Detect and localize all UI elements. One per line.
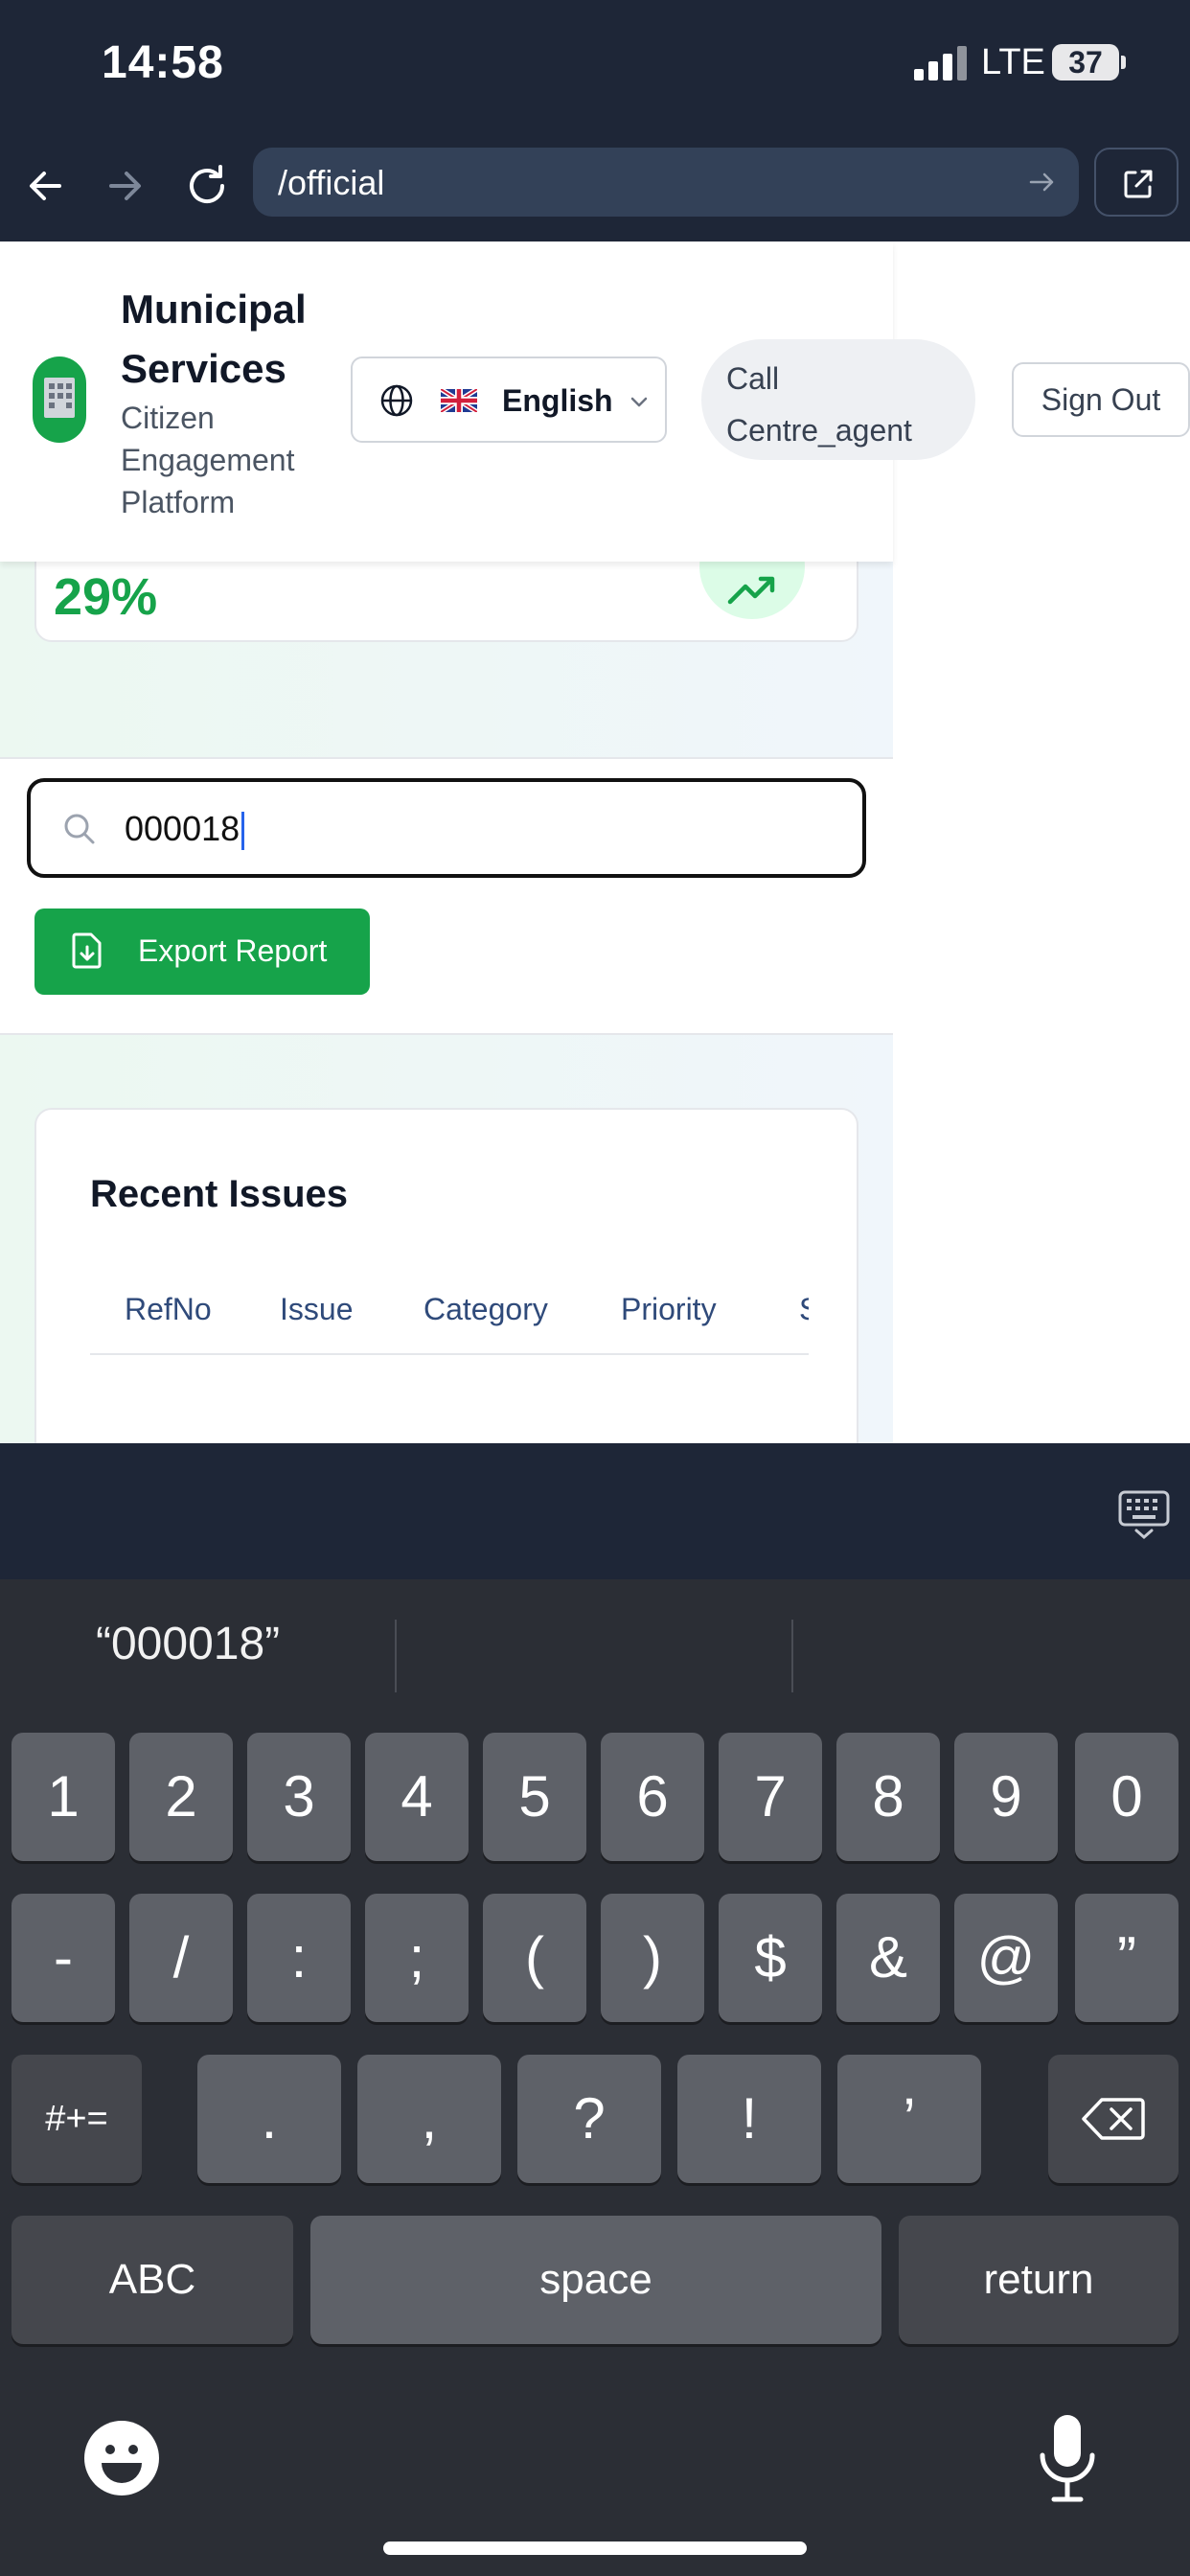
key-5[interactable]: 5 bbox=[483, 1733, 586, 1861]
key-2[interactable]: 2 bbox=[129, 1733, 233, 1861]
key-close-paren[interactable]: ) bbox=[601, 1894, 704, 2022]
key-return[interactable]: return bbox=[899, 2216, 1179, 2344]
go-arrow-icon[interactable] bbox=[1025, 165, 1060, 199]
search-toolbar: 000018 Export Report bbox=[0, 757, 893, 1035]
forward-icon[interactable] bbox=[96, 157, 153, 215]
key-quote[interactable]: ” bbox=[1075, 1894, 1179, 2022]
key-7[interactable]: 7 bbox=[719, 1733, 822, 1861]
search-input-value: 000018 bbox=[125, 809, 245, 851]
key-ampersand[interactable]: & bbox=[836, 1894, 940, 2022]
sign-out-button[interactable]: Sign Out bbox=[1012, 362, 1190, 437]
building-icon bbox=[44, 378, 75, 418]
key-comma[interactable]: , bbox=[357, 2055, 501, 2183]
key-hyphen[interactable]: - bbox=[11, 1894, 115, 2022]
signal-icon bbox=[914, 46, 968, 80]
stat-value: 29% bbox=[54, 568, 158, 626]
column-header-issue[interactable]: Issue bbox=[280, 1292, 353, 1327]
key-period[interactable]: . bbox=[197, 2055, 341, 2183]
prediction-suggestion[interactable]: “000018” bbox=[96, 1618, 280, 1670]
export-report-label: Export Report bbox=[138, 933, 328, 968]
language-selector[interactable]: English bbox=[351, 356, 667, 443]
brand-title: Municipal Services bbox=[121, 287, 307, 391]
network-type: LTE bbox=[981, 42, 1045, 82]
app-header: Municipal Services Citizen Engagement Pl… bbox=[0, 242, 975, 562]
web-viewport: 29% Municipal Services Citizen Engagemen… bbox=[0, 242, 1190, 1443]
external-link-icon bbox=[1124, 170, 1153, 198]
key-apostrophe[interactable]: ’ bbox=[837, 2055, 981, 2183]
key-abc[interactable]: ABC bbox=[11, 2216, 293, 2344]
home-indicator bbox=[383, 2542, 807, 2555]
key-semicolon[interactable]: ; bbox=[365, 1894, 469, 2022]
key-backspace[interactable] bbox=[1048, 2055, 1179, 2183]
globe-icon bbox=[380, 384, 413, 417]
key-space[interactable]: space bbox=[310, 2216, 881, 2344]
language-label: English bbox=[502, 383, 613, 418]
back-icon[interactable] bbox=[17, 157, 75, 215]
column-header-status[interactable]: S bbox=[799, 1292, 809, 1327]
key-1[interactable]: 1 bbox=[11, 1733, 115, 1861]
system-keyboard: “000018” 1 2 3 4 5 6 7 8 9 0 - / : ; ( )… bbox=[0, 1579, 1190, 2576]
key-symbols[interactable]: #+= bbox=[11, 2055, 142, 2183]
open-external-button[interactable] bbox=[1094, 148, 1179, 217]
battery-icon: 37 bbox=[1052, 44, 1119, 80]
key-4[interactable]: 4 bbox=[365, 1733, 469, 1861]
key-question[interactable]: ? bbox=[517, 2055, 661, 2183]
trending-up-icon bbox=[727, 576, 775, 605]
prediction-divider bbox=[395, 1620, 397, 1692]
key-6[interactable]: 6 bbox=[601, 1733, 704, 1861]
key-exclamation[interactable]: ! bbox=[677, 2055, 821, 2183]
hide-keyboard-icon[interactable] bbox=[1117, 1489, 1171, 1541]
user-role-badge: Call Centre_agent bbox=[701, 339, 975, 460]
text-caret bbox=[241, 812, 245, 851]
keyboard-accessory-bar bbox=[0, 1443, 1190, 1579]
recent-issues-card: Recent Issues RefNo Issue Category Prior… bbox=[34, 1108, 858, 1443]
battery-tip bbox=[1121, 56, 1126, 69]
url-bar[interactable]: /official bbox=[253, 148, 1079, 217]
column-header-refno[interactable]: RefNo bbox=[125, 1292, 212, 1327]
reload-icon[interactable] bbox=[178, 157, 236, 215]
key-dollar[interactable]: $ bbox=[719, 1894, 822, 2022]
chevron-down-icon bbox=[630, 397, 648, 407]
export-report-button[interactable]: Export Report bbox=[34, 908, 370, 995]
microphone-icon[interactable] bbox=[1037, 2413, 1098, 2503]
column-header-priority[interactable]: Priority bbox=[621, 1292, 717, 1327]
key-at[interactable]: @ bbox=[954, 1894, 1058, 2022]
issues-table-header: RefNo Issue Category Priority S bbox=[90, 1278, 809, 1355]
backspace-icon bbox=[1082, 2098, 1145, 2140]
key-slash[interactable]: / bbox=[129, 1894, 233, 2022]
search-input[interactable]: 000018 bbox=[27, 778, 866, 878]
file-download-icon bbox=[72, 932, 102, 969]
brand-subtitle: Citizen Engagement Platform bbox=[121, 401, 295, 519]
browser-toolbar: /official bbox=[0, 134, 1190, 242]
app-logo bbox=[33, 356, 86, 443]
search-icon bbox=[64, 814, 95, 844]
emoji-icon[interactable] bbox=[82, 2419, 161, 2497]
predictive-text-bar: “000018” bbox=[0, 1579, 1190, 1733]
url-text: /official bbox=[278, 163, 385, 202]
key-3[interactable]: 3 bbox=[247, 1733, 351, 1861]
status-time: 14:58 bbox=[102, 37, 224, 88]
column-header-category[interactable]: Category bbox=[423, 1292, 548, 1327]
key-colon[interactable]: : bbox=[247, 1894, 351, 2022]
key-9[interactable]: 9 bbox=[954, 1733, 1058, 1861]
key-0[interactable]: 0 bbox=[1075, 1733, 1179, 1861]
key-open-paren[interactable]: ( bbox=[483, 1894, 586, 2022]
prediction-divider bbox=[791, 1620, 793, 1692]
status-bar: 14:58 LTE 37 bbox=[0, 0, 1190, 134]
uk-flag-icon bbox=[441, 389, 477, 412]
key-8[interactable]: 8 bbox=[836, 1733, 940, 1861]
recent-issues-title: Recent Issues bbox=[90, 1173, 349, 1215]
